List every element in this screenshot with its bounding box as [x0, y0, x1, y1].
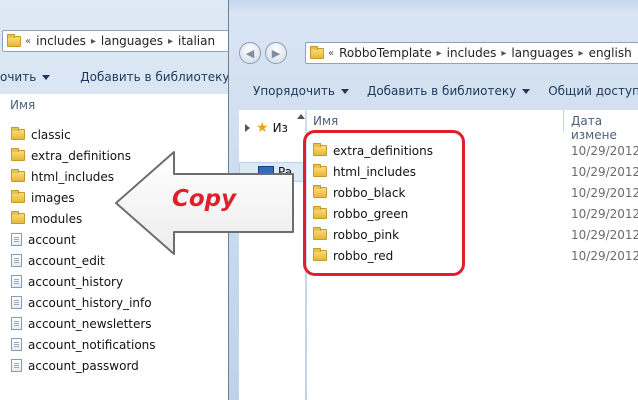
folder-icon — [7, 33, 21, 47]
folder-icon — [11, 169, 25, 182]
highlight-box — [303, 130, 465, 276]
item-label: account_password — [28, 358, 139, 373]
front-address-bar[interactable]: « RobboTemplate ▸ includes ▸ languages ▸… — [305, 42, 638, 64]
list-item[interactable]: account_newsletters — [5, 313, 152, 334]
item-date: 10/29/2012 3 — [571, 143, 638, 158]
breadcrumb-includes[interactable]: includes — [36, 34, 86, 48]
back-address-bar[interactable]: « includes ▸ languages ▸ italian — [2, 30, 232, 52]
list-item[interactable]: classic — [5, 124, 71, 145]
title-bar[interactable] — [229, 0, 638, 12]
breadcrumb-separator: ▸ — [90, 35, 96, 47]
item-label: account_notifications — [28, 337, 156, 352]
list-item[interactable]: account_password — [5, 355, 139, 376]
column-header-date[interactable]: Дата измене — [571, 114, 638, 142]
share-button[interactable]: Общий доступ — [548, 84, 638, 98]
item-date: 10/29/2012 3 — [571, 185, 638, 200]
breadcrumb-english[interactable]: english — [589, 46, 632, 60]
list-item[interactable]: images — [5, 187, 75, 208]
nav-item-favorites[interactable]: ★ Из — [245, 120, 288, 136]
add-to-library-label: Добавить в библиотеку — [80, 70, 230, 84]
chevron-down-icon — [340, 88, 349, 94]
item-date: 10/29/2012 3 — [571, 206, 638, 221]
item-label: account — [28, 232, 76, 247]
chevron-down-icon — [522, 88, 531, 94]
item-label: account_newsletters — [28, 316, 152, 331]
folder-icon — [11, 190, 25, 203]
column-header-name[interactable]: Имя — [313, 114, 338, 128]
organize-label: Упорядочить — [253, 84, 335, 98]
list-item[interactable]: account_notifications — [5, 334, 156, 355]
breadcrumb-includes[interactable]: includes — [447, 46, 497, 60]
copy-label: Copy — [172, 186, 237, 212]
file-icon — [11, 296, 22, 309]
list-item[interactable]: account — [5, 229, 76, 250]
expand-arrow-icon[interactable] — [245, 124, 250, 132]
breadcrumb-languages[interactable]: languages — [101, 34, 163, 48]
folder-icon — [11, 148, 25, 161]
item-label: classic — [31, 127, 71, 142]
list-item[interactable]: account_history_info — [5, 292, 152, 313]
item-date: 10/29/2012 3 — [571, 248, 638, 263]
organize-button[interactable]: Упорядочить — [253, 84, 349, 98]
folder-icon — [11, 127, 25, 140]
column-divider[interactable] — [563, 110, 564, 132]
star-icon: ★ — [256, 120, 269, 136]
file-icon — [11, 275, 22, 288]
folder-icon — [310, 45, 324, 59]
list-item[interactable]: html_includes — [5, 166, 114, 187]
arrow-left-icon: ◀ — [245, 46, 255, 60]
item-label: modules — [31, 211, 83, 226]
list-item[interactable]: account_edit — [5, 250, 105, 271]
file-icon — [11, 317, 22, 330]
list-item[interactable]: account_history — [5, 271, 123, 292]
item-date: 10/29/2012 3 — [571, 227, 638, 242]
breadcrumb-separator: ▸ — [501, 47, 507, 59]
share-label: Общий доступ — [548, 84, 638, 98]
scroll-up-icon[interactable] — [297, 114, 305, 119]
breadcrumb-separator: ▸ — [168, 35, 174, 47]
item-label: account_edit — [28, 253, 105, 268]
chevron-down-icon — [42, 74, 51, 80]
breadcrumb-italian[interactable]: italian — [178, 34, 215, 48]
organize-button[interactable]: очить — [0, 70, 51, 84]
arrow-right-icon: ▶ — [271, 46, 281, 60]
folder-icon — [11, 211, 25, 224]
item-label: images — [31, 190, 75, 205]
breadcrumb-languages[interactable]: languages — [511, 46, 573, 60]
organize-label: очить — [0, 70, 37, 84]
front-file-list: Имя Дата измене extra_definitions 10/29/… — [303, 110, 638, 400]
breadcrumb-robbotemplate[interactable]: RobboTemplate — [339, 46, 431, 60]
file-icon — [11, 233, 22, 246]
file-icon — [11, 338, 22, 351]
breadcrumb-separator: ▸ — [436, 47, 442, 59]
nav-item-label: Из — [272, 121, 288, 135]
address-chevron[interactable]: « — [328, 48, 334, 59]
file-icon — [11, 254, 22, 267]
back-button[interactable]: ◀ — [239, 42, 261, 64]
item-label: account_history_info — [28, 295, 152, 310]
breadcrumb-separator: ▸ — [578, 47, 584, 59]
address-chevron[interactable]: « — [25, 36, 31, 47]
item-date: 10/29/2012 3 — [571, 164, 638, 179]
column-header-name[interactable]: Имя — [10, 98, 35, 112]
front-command-bar: Упорядочить Добавить в библиотеку Общий … — [253, 76, 638, 106]
add-to-library-button[interactable]: Добавить в библиотеку — [366, 84, 531, 98]
list-item[interactable]: modules — [5, 208, 82, 229]
item-label: html_includes — [31, 169, 115, 184]
item-label: account_history — [28, 274, 124, 289]
forward-button[interactable]: ▶ — [265, 42, 287, 64]
add-to-library-button[interactable]: Добавить в библиотеку — [80, 70, 236, 84]
back-command-bar: очить Добавить в библиотеку — [0, 62, 236, 92]
add-to-library-label: Добавить в библиотеку — [366, 84, 517, 98]
file-icon — [11, 359, 22, 372]
